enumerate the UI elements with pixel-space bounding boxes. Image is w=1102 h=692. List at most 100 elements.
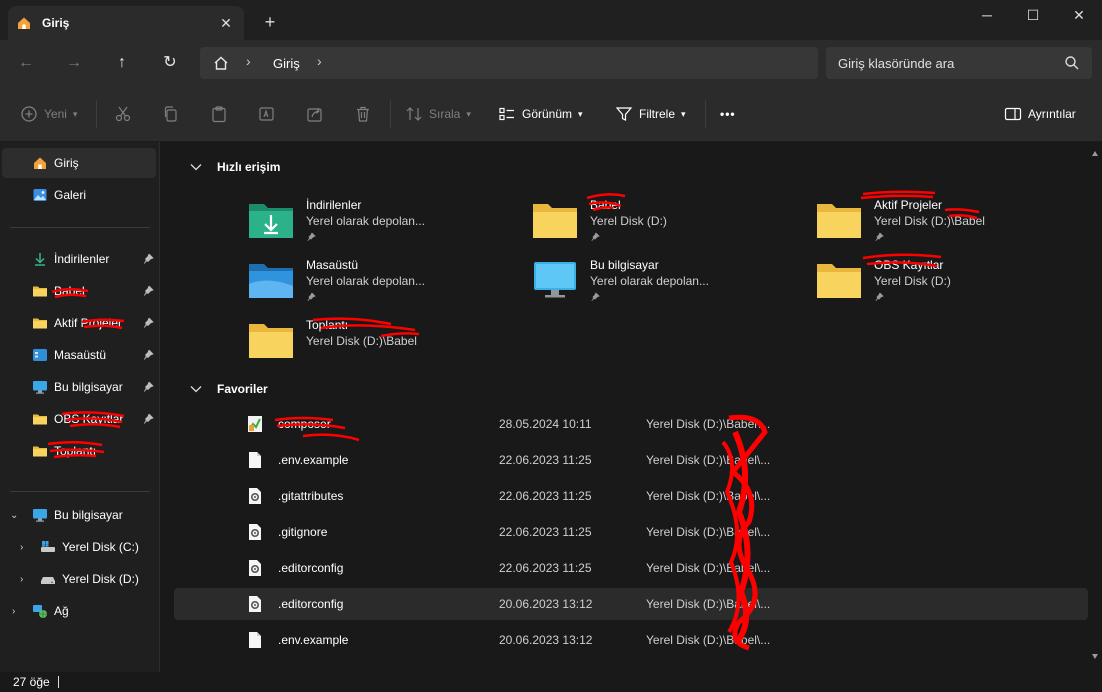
pin-icon[interactable] [142, 413, 154, 425]
chevron-down-icon [190, 386, 202, 393]
chevron-down-icon: ▾ [578, 108, 583, 119]
address-bar[interactable]: › Giriş › [200, 47, 818, 79]
sidebar-item-this-pc-pinned[interactable]: Bu bilgisayar [2, 372, 156, 402]
sidebar-item-downloads[interactable]: İndirilenler [2, 244, 156, 274]
details-pane-button[interactable]: Ayrıntılar [1004, 102, 1076, 126]
chevron-right-icon[interactable]: › [12, 606, 15, 617]
sidebar-item-label: Bu bilgisayar [54, 508, 123, 522]
table-row[interactable]: .gitattributes 22.06.2023 11:25 Yerel Di… [174, 480, 1088, 512]
quick-access-item[interactable]: Bu bilgisayar Yerel olarak depolan... [532, 254, 792, 310]
table-row[interactable]: .env.example 20.06.2023 13:12 Yerel Disk… [174, 624, 1088, 656]
breadcrumb-giris[interactable]: Giriş [273, 56, 300, 71]
details-pane-icon [1004, 107, 1022, 121]
pin-icon[interactable] [142, 253, 154, 265]
new-tab-button[interactable]: + [258, 10, 282, 34]
file-date: 22.06.2023 11:25 [499, 525, 592, 539]
chevron-down-icon[interactable]: ⌄ [10, 510, 18, 521]
table-row[interactable]: .editorconfig 22.06.2023 11:25 Yerel Dis… [174, 552, 1088, 584]
more-icon: ••• [720, 107, 736, 121]
folder-icon [817, 204, 861, 238]
sidebar-item-network[interactable]: › Ağ [2, 596, 156, 626]
new-button[interactable]: Yeni ▾ [20, 102, 77, 126]
more-options-button[interactable]: ••• [720, 102, 736, 126]
item-name: Bu bilgisayar [590, 258, 659, 272]
folder-icon [33, 446, 47, 457]
up-button[interactable]: ↑ [108, 50, 136, 76]
home-icon[interactable] [212, 54, 230, 72]
quick-access-item[interactable]: OBS Kayıtlar Yerel Disk (D:) [816, 254, 1076, 310]
refresh-button[interactable]: ↻ [156, 50, 184, 76]
maximize-button[interactable]: ☐ [1010, 0, 1056, 32]
folder-icon [533, 204, 577, 238]
file-name: composer [278, 417, 331, 431]
pin-icon[interactable] [142, 349, 154, 361]
chevron-right-icon[interactable]: › [20, 542, 23, 553]
breadcrumb-chevron-icon[interactable]: › [246, 53, 251, 69]
quick-access-item[interactable]: Babel Yerel Disk (D:) [532, 194, 792, 250]
file-path: Yerel Disk (D:)\Babel\... [646, 561, 771, 575]
copy-icon[interactable] [162, 105, 180, 123]
delete-icon[interactable] [354, 105, 372, 123]
quick-access-item[interactable]: Masaüstü Yerel olarak depolan... [248, 254, 508, 310]
sort-label: Sırala [429, 107, 461, 121]
view-button[interactable]: Görünüm ▾ [498, 102, 583, 126]
sidebar-item-this-pc[interactable]: ⌄ Bu bilgisayar [2, 500, 156, 530]
sidebar-item-desktop[interactable]: Masaüstü [2, 340, 156, 370]
file-path: Yerel Disk (D:)\Babel\... [646, 489, 771, 503]
sidebar-item-drive-d[interactable]: › Yerel Disk (D:) [2, 564, 156, 594]
quick-access-item[interactable]: Aktif Projeler Yerel Disk (D:)\Babel [816, 194, 1076, 250]
quick-access-item[interactable]: Toplantı Yerel Disk (D:)\Babel [248, 314, 508, 370]
pin-icon[interactable] [142, 285, 154, 297]
file-path: Yerel Disk (D:)\Babel\... [646, 633, 771, 647]
share-icon[interactable] [306, 105, 324, 123]
cut-icon[interactable] [114, 105, 132, 123]
sidebar-item-label: Yerel Disk (D:) [62, 572, 139, 586]
search-input[interactable]: Giriş klasöründe ara [838, 56, 954, 71]
command-bar: Yeni ▾ Sırala ▾ Görünüm ▾ Filtrele ▾ •••… [0, 86, 1102, 142]
minimize-button[interactable]: ─ [964, 0, 1010, 32]
paste-icon[interactable] [210, 105, 228, 123]
chevron-right-icon[interactable]: › [20, 574, 23, 585]
file-name: .editorconfig [278, 597, 344, 611]
sidebar-item-meeting[interactable]: Toplantı [2, 436, 156, 466]
table-row[interactable]: composer 28.05.2024 10:11 Yerel Disk (D:… [174, 408, 1088, 440]
sort-button[interactable]: Sırala ▾ [405, 102, 471, 126]
tab-home[interactable]: Giriş ✕ [8, 6, 244, 40]
back-button[interactable]: ← [12, 50, 40, 76]
folder-icon [33, 286, 47, 297]
sidebar-item-active-projects[interactable]: Aktif Projeler [2, 308, 156, 338]
search-box[interactable]: Giriş klasöründe ara [826, 47, 1092, 79]
table-row[interactable]: .env.example 22.06.2023 11:25 Yerel Disk… [174, 444, 1088, 476]
filter-button[interactable]: Filtrele ▾ [615, 102, 686, 126]
pin-icon[interactable] [142, 381, 154, 393]
search-icon [1065, 56, 1079, 70]
chevron-down-icon: ▾ [466, 108, 471, 119]
tab-close-icon[interactable]: ✕ [214, 11, 238, 35]
sidebar-item-home[interactable]: Giriş [2, 148, 156, 178]
close-button[interactable]: ✕ [1056, 0, 1102, 32]
vertical-scrollbar[interactable] [1092, 150, 1098, 660]
breadcrumb-chevron-icon[interactable]: › [317, 53, 322, 69]
pin-icon[interactable] [142, 317, 154, 329]
quick-access-header[interactable]: Hızlı erişim [189, 160, 280, 174]
sidebar-item-gallery[interactable]: Galeri [2, 180, 156, 210]
desktop-icon [33, 349, 47, 361]
forward-button[interactable]: → [60, 50, 88, 76]
sidebar-item-drive-c[interactable]: › Yerel Disk (C:) [2, 532, 156, 562]
sidebar-item-babel[interactable]: Babel [2, 276, 156, 306]
rename-icon[interactable] [258, 105, 276, 123]
item-location: Yerel olarak depolan... [306, 214, 425, 228]
file-path: Yerel Disk (D:)\Babel\... [646, 417, 771, 431]
favorites-header[interactable]: Favoriler [189, 382, 268, 396]
divider [96, 100, 97, 128]
drive-icon [41, 577, 55, 584]
sidebar-item-obs-recordings[interactable]: OBS Kayıtlar [2, 404, 156, 434]
chevron-down-icon [190, 164, 202, 171]
sidebar-item-label: Toplantı [54, 444, 97, 458]
table-row[interactable]: .editorconfig 20.06.2023 13:12 Yerel Dis… [174, 588, 1088, 620]
file-name: .env.example [278, 633, 349, 647]
item-location: Yerel Disk (D:) [590, 214, 667, 228]
table-row[interactable]: .gitignore 22.06.2023 11:25 Yerel Disk (… [174, 516, 1088, 548]
divider [390, 100, 391, 128]
quick-access-item[interactable]: İndirilenler Yerel olarak depolan... [248, 194, 508, 250]
